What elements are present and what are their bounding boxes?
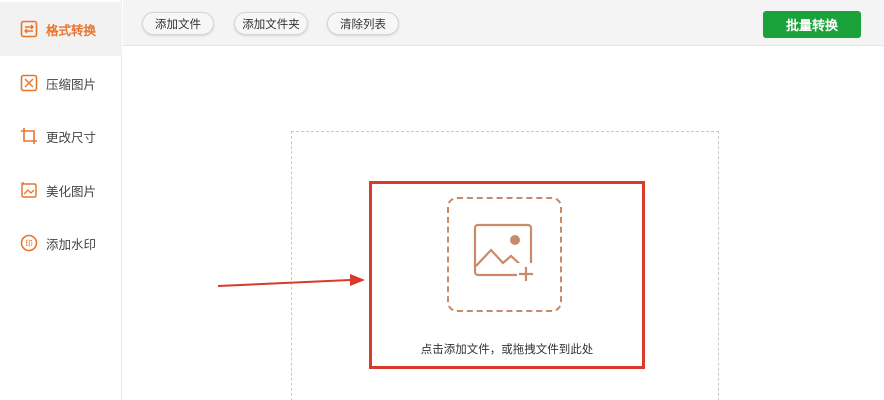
annotation-arrow (217, 274, 365, 287)
resize-icon (20, 127, 38, 145)
sidebar-item-resize[interactable]: 更改尺寸 (0, 109, 122, 163)
batch-convert-button[interactable]: 批量转换 (763, 11, 861, 38)
compress-icon (20, 74, 38, 92)
sidebar-item-label: 更改尺寸 (46, 129, 97, 145)
svg-text:印: 印 (25, 239, 33, 248)
sidebar-item-format-convert[interactable]: 格式转换 (0, 2, 122, 56)
image-add-icon (473, 223, 537, 287)
sidebar-item-label: 美化图片 (46, 183, 97, 199)
sidebar: 格式转换 压缩图片 更改尺寸 美化图片 印 添加水印 (0, 0, 122, 400)
sidebar-item-label: 压缩图片 (46, 76, 97, 92)
add-file-button[interactable]: 添加文件 (142, 12, 214, 35)
toolbar: 添加文件 添加文件夹 清除列表 批量转换 (123, 0, 884, 46)
sidebar-item-label: 格式转换 (46, 22, 97, 38)
sidebar-item-beautify[interactable]: 美化图片 (0, 163, 122, 217)
sidebar-item-watermark[interactable]: 印 添加水印 (0, 216, 122, 270)
sidebar-item-label: 添加水印 (46, 236, 97, 252)
clear-list-button[interactable]: 清除列表 (327, 12, 399, 35)
sidebar-item-compress[interactable]: 压缩图片 (0, 56, 122, 110)
watermark-icon: 印 (20, 234, 38, 252)
beautify-icon (20, 181, 38, 199)
drop-zone-hint: 点击添加文件，或拖拽文件到此处 (420, 342, 594, 356)
add-folder-button[interactable]: 添加文件夹 (234, 12, 308, 35)
format-convert-icon (20, 20, 38, 38)
add-image-box[interactable] (447, 197, 562, 312)
